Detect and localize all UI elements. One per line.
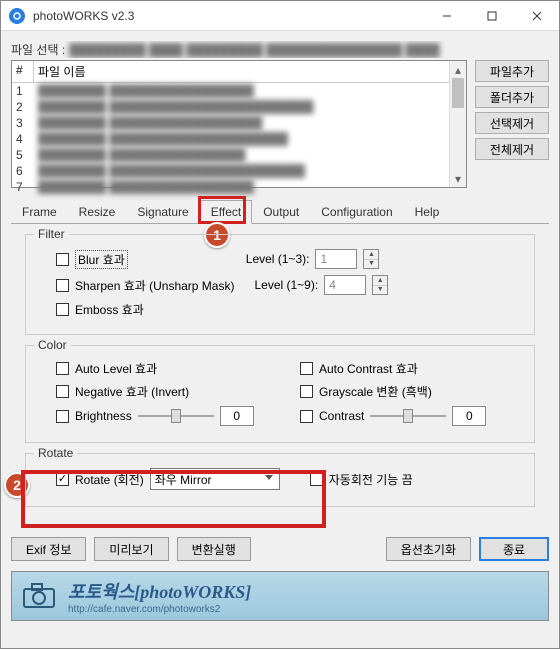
maximize-button[interactable] [469, 1, 514, 30]
tab-output[interactable]: Output [252, 200, 310, 224]
execute-button[interactable]: 변환실행 [177, 537, 251, 561]
level19-input[interactable]: 4 [324, 275, 366, 295]
camera-icon [22, 581, 58, 612]
filter-group: Filter Blur 효과 Level (1~3): 1 ▲▼ Sharpen… [25, 234, 535, 335]
contrast-slider[interactable] [370, 406, 446, 426]
table-row[interactable]: 1████████ █████████████████ [12, 83, 466, 99]
autolevel-label: Auto Level 효과 [75, 360, 157, 377]
emboss-label: Emboss 효과 [75, 301, 144, 318]
sharpen-checkbox[interactable] [56, 279, 69, 292]
table-row[interactable]: 5████████ ████████████████ [12, 147, 466, 163]
row-filename: ████████ █████████████████ [34, 84, 466, 98]
autocontrast-checkbox[interactable] [300, 362, 313, 375]
blur-label: Blur 효과 [75, 250, 128, 269]
rotate-select-value: 좌우 Mirror [155, 471, 212, 488]
preview-button[interactable]: 미리보기 [94, 537, 168, 561]
reset-options-button[interactable]: 옵션초기화 [386, 537, 471, 561]
chevron-down-icon [265, 475, 273, 480]
rotate-title: Rotate [34, 446, 77, 460]
row-filename: ████████ ███████████████████████ [34, 164, 466, 178]
rotate-group: Rotate Rotate (회전) 좌우 Mirror 자동회전 기능 끔 [25, 453, 535, 507]
row-num: 1 [12, 84, 34, 98]
level13-input[interactable]: 1 [315, 249, 357, 269]
tab-effect[interactable]: Effect [200, 200, 252, 224]
file-list[interactable]: # 파일 이름 1████████ █████████████████2████… [11, 60, 467, 188]
brightness-checkbox[interactable] [56, 410, 69, 423]
table-row[interactable]: 6████████ ███████████████████████ [12, 163, 466, 179]
color-group: Color Auto Level 효과 Negative 효과 (Invert)… [25, 345, 535, 443]
tab-bar: Frame Resize Signature Effect Output Con… [11, 200, 549, 224]
sharpen-label: Sharpen 효과 (Unsharp Mask) [75, 277, 234, 294]
tab-help[interactable]: Help [404, 200, 451, 224]
tab-signature[interactable]: Signature [126, 200, 199, 224]
negative-checkbox[interactable] [56, 385, 69, 398]
autorotate-label: 자동회전 기능 끔 [329, 471, 413, 488]
app-icon [9, 8, 25, 24]
table-row[interactable]: 4████████ █████████████████████ [12, 131, 466, 147]
row-num: 2 [12, 100, 34, 114]
row-num: 6 [12, 164, 34, 178]
table-row[interactable]: 3████████ ██████████████████ [12, 115, 466, 131]
row-filename: ████████ █████████████████ [34, 180, 466, 194]
row-filename: ████████ █████████████████████ [34, 132, 466, 146]
rotate-checkbox[interactable] [56, 473, 69, 486]
banner-title: 포토웍스[photoWORKS] [68, 578, 251, 604]
remove-all-button[interactable]: 전체제거 [475, 138, 549, 160]
row-num: 3 [12, 116, 34, 130]
color-title: Color [34, 338, 71, 352]
close-app-button[interactable]: 종료 [479, 537, 549, 561]
level19-label: Level (1~9): [254, 278, 318, 292]
scroll-down-icon[interactable]: ▾ [450, 170, 466, 187]
scroll-up-icon[interactable]: ▴ [450, 61, 466, 78]
row-filename: ████████ ████████████████████████ [34, 100, 466, 114]
minimize-button[interactable] [424, 1, 469, 30]
rotate-select[interactable]: 좌우 Mirror [150, 468, 280, 490]
brightness-label: Brightness [75, 409, 132, 423]
table-row[interactable]: 7████████ █████████████████ [12, 179, 466, 195]
level13-label: Level (1~3): [246, 252, 310, 266]
row-filename: ████████ ██████████████████ [34, 116, 466, 130]
banner[interactable]: 포토웍스[photoWORKS] http://cafe.naver.com/p… [11, 571, 549, 621]
filter-title: Filter [34, 227, 69, 241]
autorotate-checkbox[interactable] [310, 473, 323, 486]
contrast-label: Contrast [319, 409, 364, 423]
file-select-row: 파일 선택 : █████████ ████ █████████ ███████… [11, 41, 549, 58]
close-button[interactable] [514, 1, 559, 30]
brightness-value[interactable]: 0 [220, 406, 254, 426]
exif-button[interactable]: Exif 정보 [11, 537, 86, 561]
banner-url: http://cafe.naver.com/photoworks2 [68, 604, 251, 615]
autocontrast-label: Auto Contrast 효과 [319, 360, 418, 377]
add-file-button[interactable]: 파일추가 [475, 60, 549, 82]
file-select-label: 파일 선택 : [11, 41, 65, 58]
emboss-checkbox[interactable] [56, 303, 69, 316]
row-filename: ████████ ████████████████ [34, 148, 466, 162]
scrollbar[interactable]: ▴ ▾ [449, 61, 466, 187]
col-header-num[interactable]: # [12, 61, 34, 82]
grayscale-label: Grayscale 변환 (흑백) [319, 383, 432, 400]
rotate-label: Rotate (회전) [75, 471, 144, 488]
tab-frame[interactable]: Frame [11, 200, 68, 224]
titlebar: photoWORKS v2.3 [1, 1, 559, 31]
row-num: 4 [12, 132, 34, 146]
brightness-slider[interactable] [138, 406, 214, 426]
contrast-checkbox[interactable] [300, 410, 313, 423]
contrast-value[interactable]: 0 [452, 406, 486, 426]
row-num: 5 [12, 148, 34, 162]
level13-spinner[interactable]: ▲▼ [363, 249, 379, 269]
tab-resize[interactable]: Resize [68, 200, 127, 224]
blur-checkbox[interactable] [56, 253, 69, 266]
add-folder-button[interactable]: 폴더추가 [475, 86, 549, 108]
window-title: photoWORKS v2.3 [33, 9, 424, 23]
file-select-value: █████████ ████ █████████ ███████████████… [69, 43, 439, 57]
grayscale-checkbox[interactable] [300, 385, 313, 398]
level19-spinner[interactable]: ▲▼ [372, 275, 388, 295]
remove-selected-button[interactable]: 선택제거 [475, 112, 549, 134]
negative-label: Negative 효과 (Invert) [75, 383, 189, 400]
col-header-name[interactable]: 파일 이름 [34, 61, 466, 82]
row-num: 7 [12, 180, 34, 194]
tab-configuration[interactable]: Configuration [310, 200, 403, 224]
scroll-thumb[interactable] [452, 78, 464, 108]
autolevel-checkbox[interactable] [56, 362, 69, 375]
table-row[interactable]: 2████████ ████████████████████████ [12, 99, 466, 115]
